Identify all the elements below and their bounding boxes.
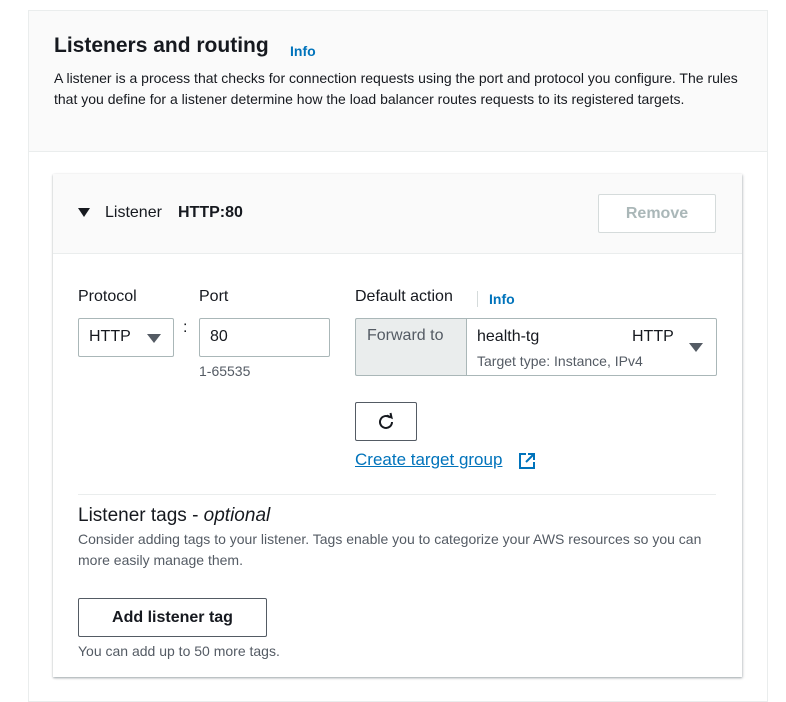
listener-name: HTTP:80 (178, 204, 243, 221)
target-group-protocol: HTTP (632, 328, 674, 345)
port-input[interactable]: 80 (199, 318, 330, 357)
caret-down-icon[interactable] (78, 208, 90, 217)
page-title: Listeners and routing (54, 34, 269, 57)
port-value: 80 (210, 328, 228, 345)
optional-label: optional (203, 505, 271, 526)
add-listener-tag-button[interactable]: Add listener tag (78, 598, 267, 637)
section-info-link[interactable]: Info (290, 43, 316, 59)
listeners-routing-panel: Listeners and routing Info A listener is… (28, 10, 768, 702)
listener-card: Listener HTTP:80 Remove Protocol HTTP : … (53, 174, 742, 677)
refresh-icon (379, 412, 393, 429)
chevron-down-icon (147, 334, 161, 343)
target-group-detail: Target type: Instance, IPv4 (477, 353, 643, 369)
listener-card-header[interactable]: Listener HTTP:80 Remove (53, 174, 742, 254)
protocol-value: HTTP (89, 328, 131, 345)
external-link-icon[interactable] (518, 452, 536, 470)
port-hint: 1-65535 (199, 363, 251, 379)
create-target-group-link[interactable]: Create target group (355, 450, 502, 470)
forward-to-addon: Forward to (355, 318, 466, 376)
remove-button[interactable]: Remove (598, 194, 716, 233)
listener-tags-description: Consider adding tags to your listener. T… (78, 531, 702, 568)
refresh-button[interactable] (355, 402, 417, 441)
panel-header: Listeners and routing Info A listener is… (29, 11, 767, 152)
section-divider (78, 494, 716, 495)
listener-label: Listener (105, 204, 162, 221)
section-description: A listener is a process that checks for … (54, 70, 738, 107)
default-action-info-link[interactable]: Info (489, 291, 515, 307)
protocol-label: Protocol (78, 288, 137, 305)
port-label: Port (199, 288, 229, 305)
default-action-label: Default action (355, 288, 453, 305)
listener-tags-title: Listener tags - optional (78, 505, 271, 526)
tags-limit-text: You can add up to 50 more tags. (78, 643, 280, 659)
protocol-select[interactable]: HTTP (78, 318, 174, 357)
label-divider (477, 291, 478, 307)
target-group-name: health-tg (477, 328, 540, 345)
chevron-down-icon (689, 343, 703, 352)
target-group-select[interactable]: health-tg HTTP Target type: Instance, IP… (466, 318, 717, 376)
protocol-port-separator: : (183, 319, 188, 336)
